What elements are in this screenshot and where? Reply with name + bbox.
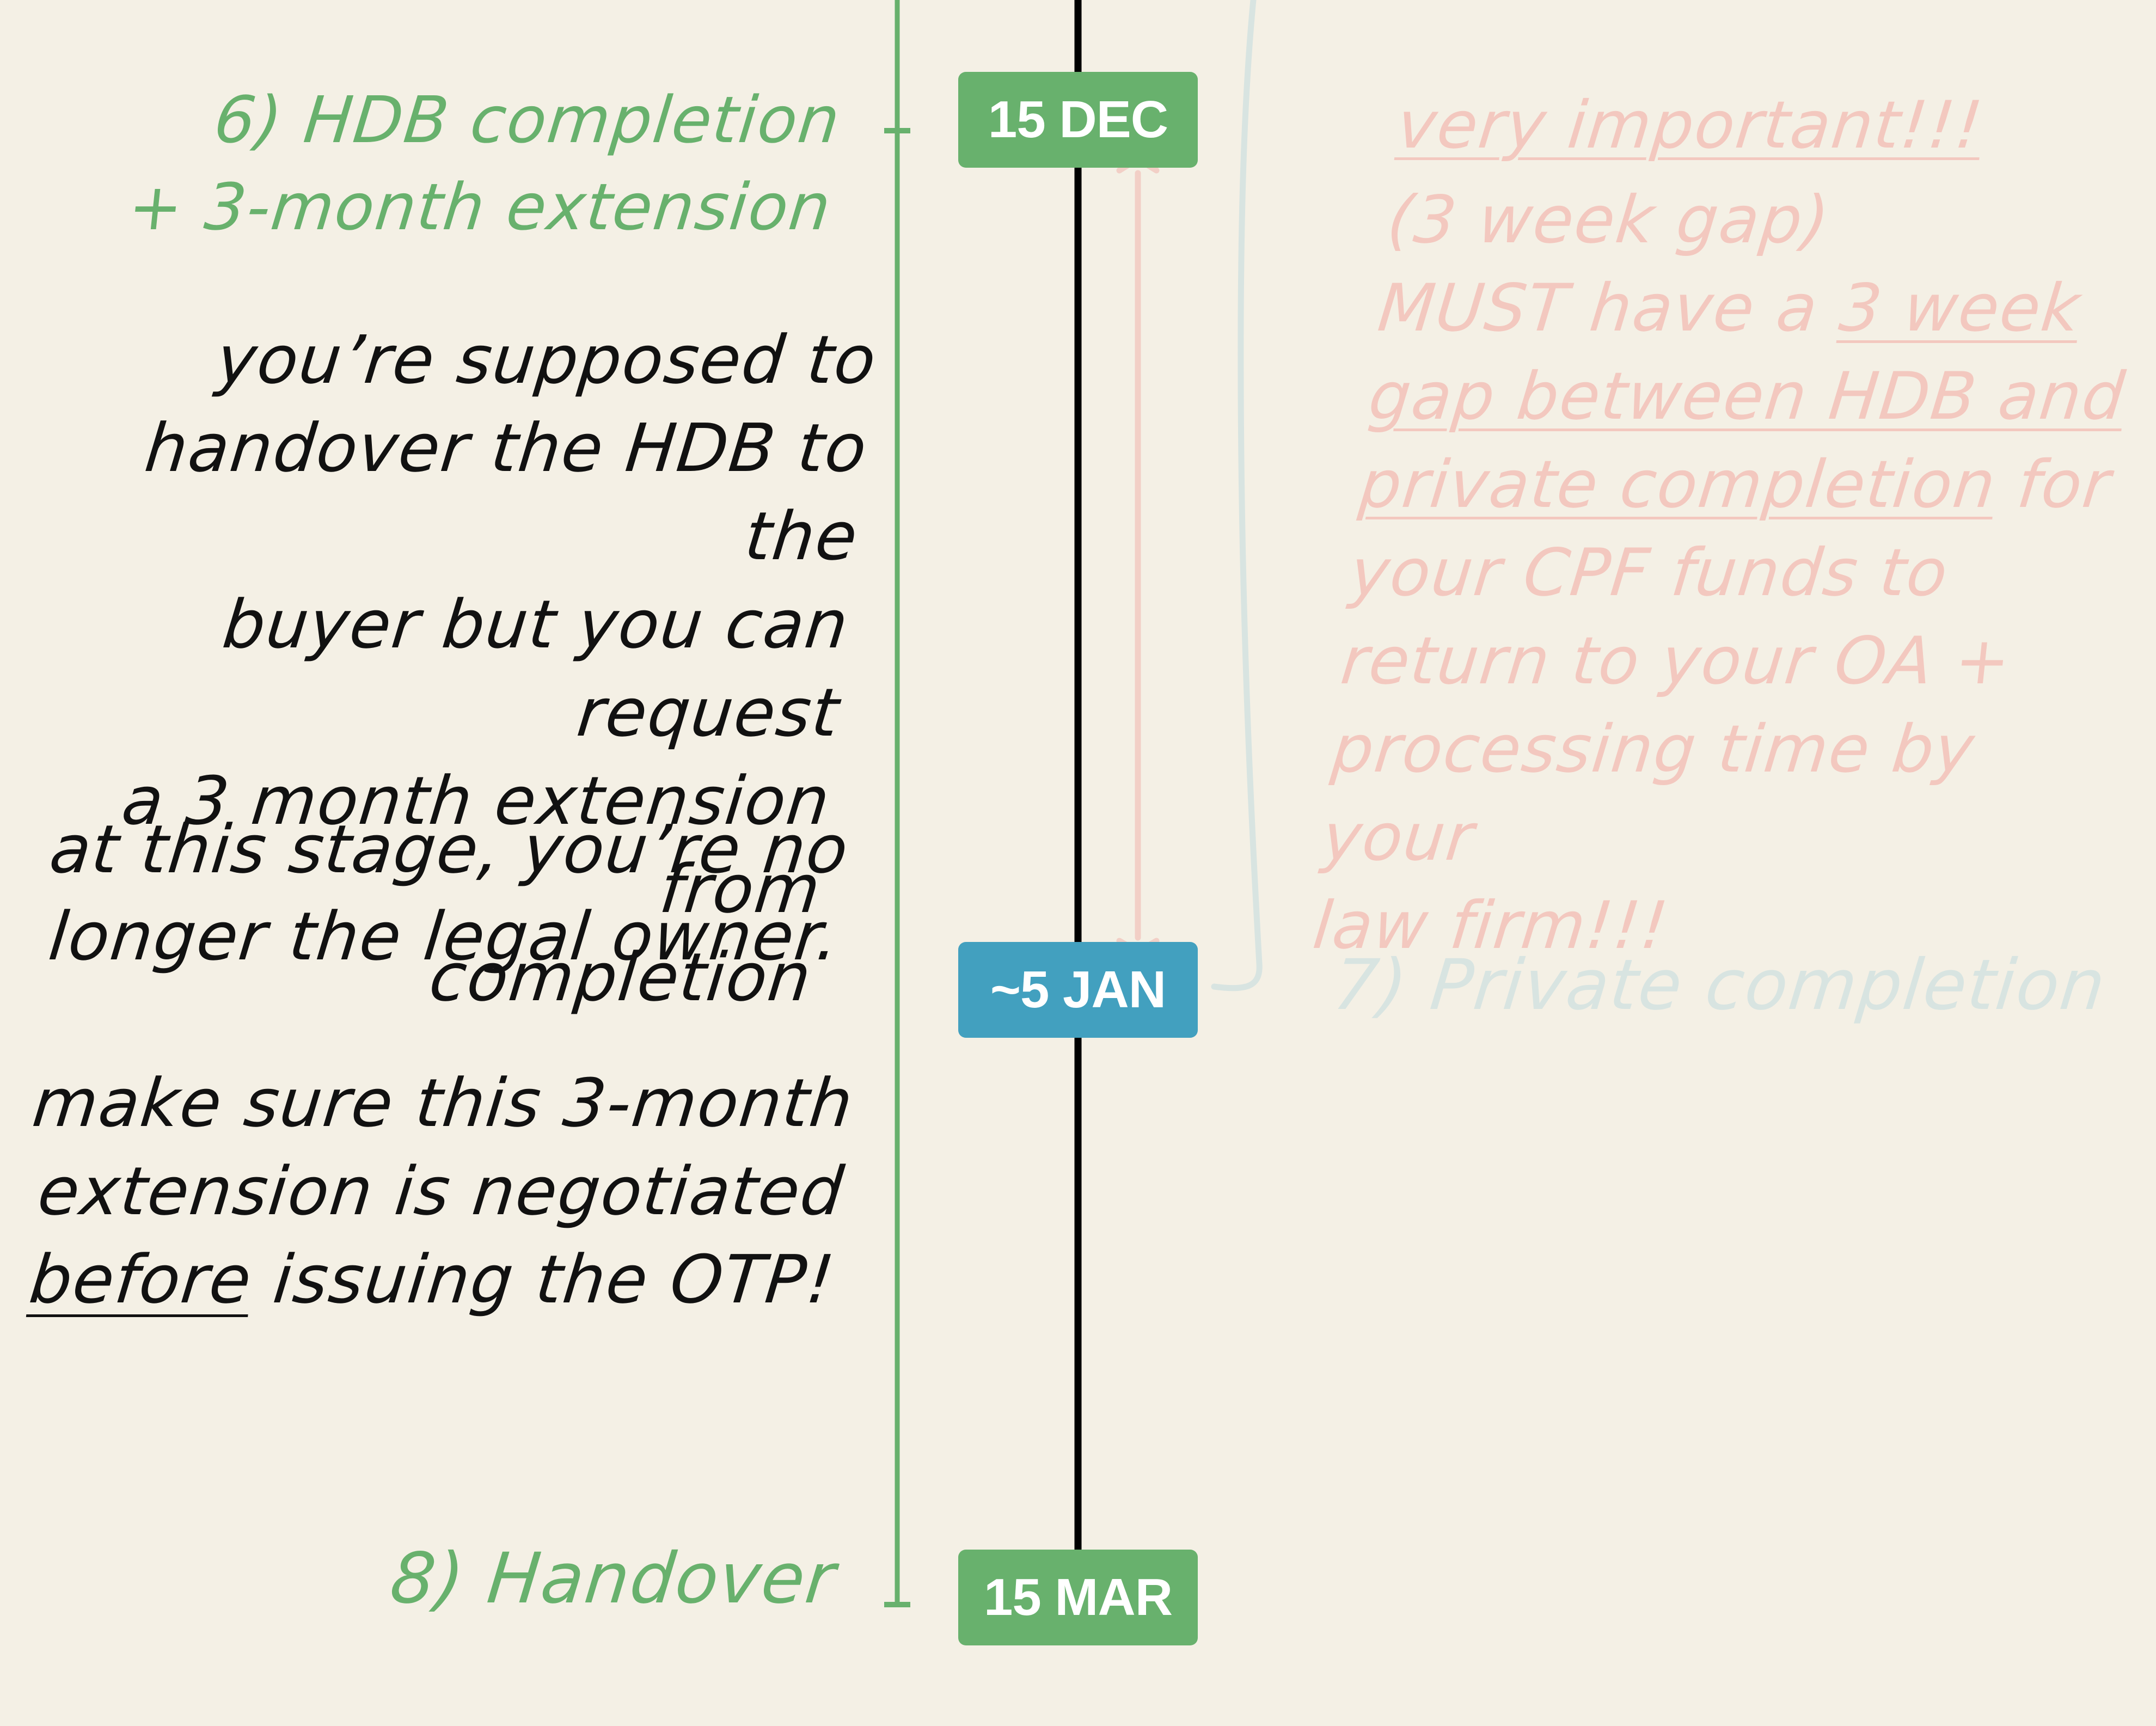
note-line: before issuing the OTP!	[10, 1235, 839, 1324]
note-line-rest: issuing the OTP!	[247, 1241, 839, 1318]
note-line: at this stage, you’re no	[46, 811, 853, 888]
date-badge-private-completion: ~5 JAN	[958, 942, 1198, 1038]
step-6-label: 6) HDB completion + 3-month extension	[124, 76, 844, 250]
note-line: extension is negotiated	[34, 1153, 848, 1230]
note-line: make sure this 3-month	[29, 1064, 857, 1142]
date-badge-handover: 15 MAR	[958, 1550, 1198, 1645]
private-completion-bracket	[1211, 0, 1263, 991]
emphasis-before: before	[26, 1241, 256, 1318]
warning-text: for	[1992, 447, 2115, 523]
warning-heading: very important!!!	[1393, 88, 1987, 163]
note-line: you’re supposed to	[213, 321, 881, 399]
warning-line: return to your OA +	[1337, 623, 2015, 699]
warning-line: processing time by your	[1319, 712, 1979, 876]
warning-line: your CPF funds to	[1346, 535, 1952, 611]
warning-emphasis: gap between HDB and	[1365, 359, 2129, 434]
warning-line: MUST have a 3 week	[1374, 265, 2156, 353]
warning-text: MUST have a	[1374, 271, 1844, 346]
note-line: longer the legal owner.	[45, 898, 844, 975]
step-6-title: 6) HDB completion	[211, 82, 844, 157]
step-6-subtitle: + 3-month extension	[125, 169, 835, 244]
step-8-label: 8) Handover	[387, 1538, 840, 1619]
note-line: handover the HDB to the	[141, 409, 872, 575]
cpf-gap-warning: very important!!! (3 week gap) MUST have…	[1309, 82, 2156, 970]
gap-label: (3 week gap)	[1383, 182, 1834, 258]
warning-line: private completion for	[1355, 441, 2148, 529]
three-week-gap-arrow	[1116, 155, 1160, 956]
date-badge-hdb-completion: 15 DEC	[958, 72, 1198, 168]
warning-line: gap between HDB and	[1364, 353, 2156, 441]
step-7-label: 7) Private completion	[1330, 945, 2110, 1026]
legal-owner-note: at this stage, you’re no longer the lega…	[36, 806, 853, 980]
note-line: buyer but you can request	[219, 586, 853, 751]
warning-emphasis: 3 week	[1835, 271, 2085, 346]
warning-emphasis: private completion	[1356, 447, 2000, 523]
negotiate-extension-note: make sure this 3-month extension is nego…	[10, 1059, 857, 1324]
